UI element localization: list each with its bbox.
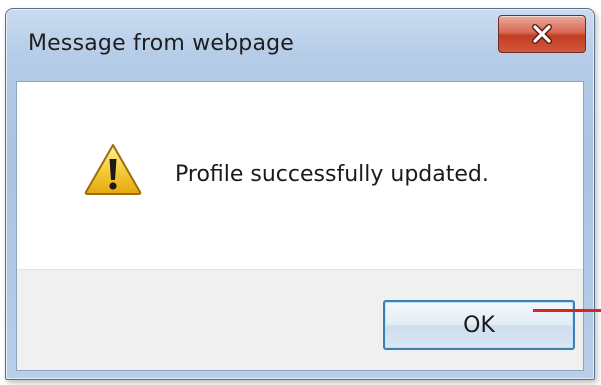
title-bar[interactable]: Message from webpage [6, 9, 594, 81]
message-text: Profile successfully updated. [175, 162, 489, 187]
warning-icon [83, 142, 143, 196]
message-dialog: Message from webpage Profile successfull… [5, 8, 595, 380]
annotation-pointer-line [533, 309, 601, 312]
message-area: Profile successfully updated. [17, 82, 583, 272]
button-strip: OK [17, 269, 583, 370]
ok-button[interactable]: OK [383, 300, 575, 350]
dialog-body: Profile successfully updated. OK [16, 81, 584, 371]
dialog-title: Message from webpage [28, 31, 295, 56]
close-button[interactable] [498, 15, 586, 53]
close-icon [531, 24, 553, 44]
